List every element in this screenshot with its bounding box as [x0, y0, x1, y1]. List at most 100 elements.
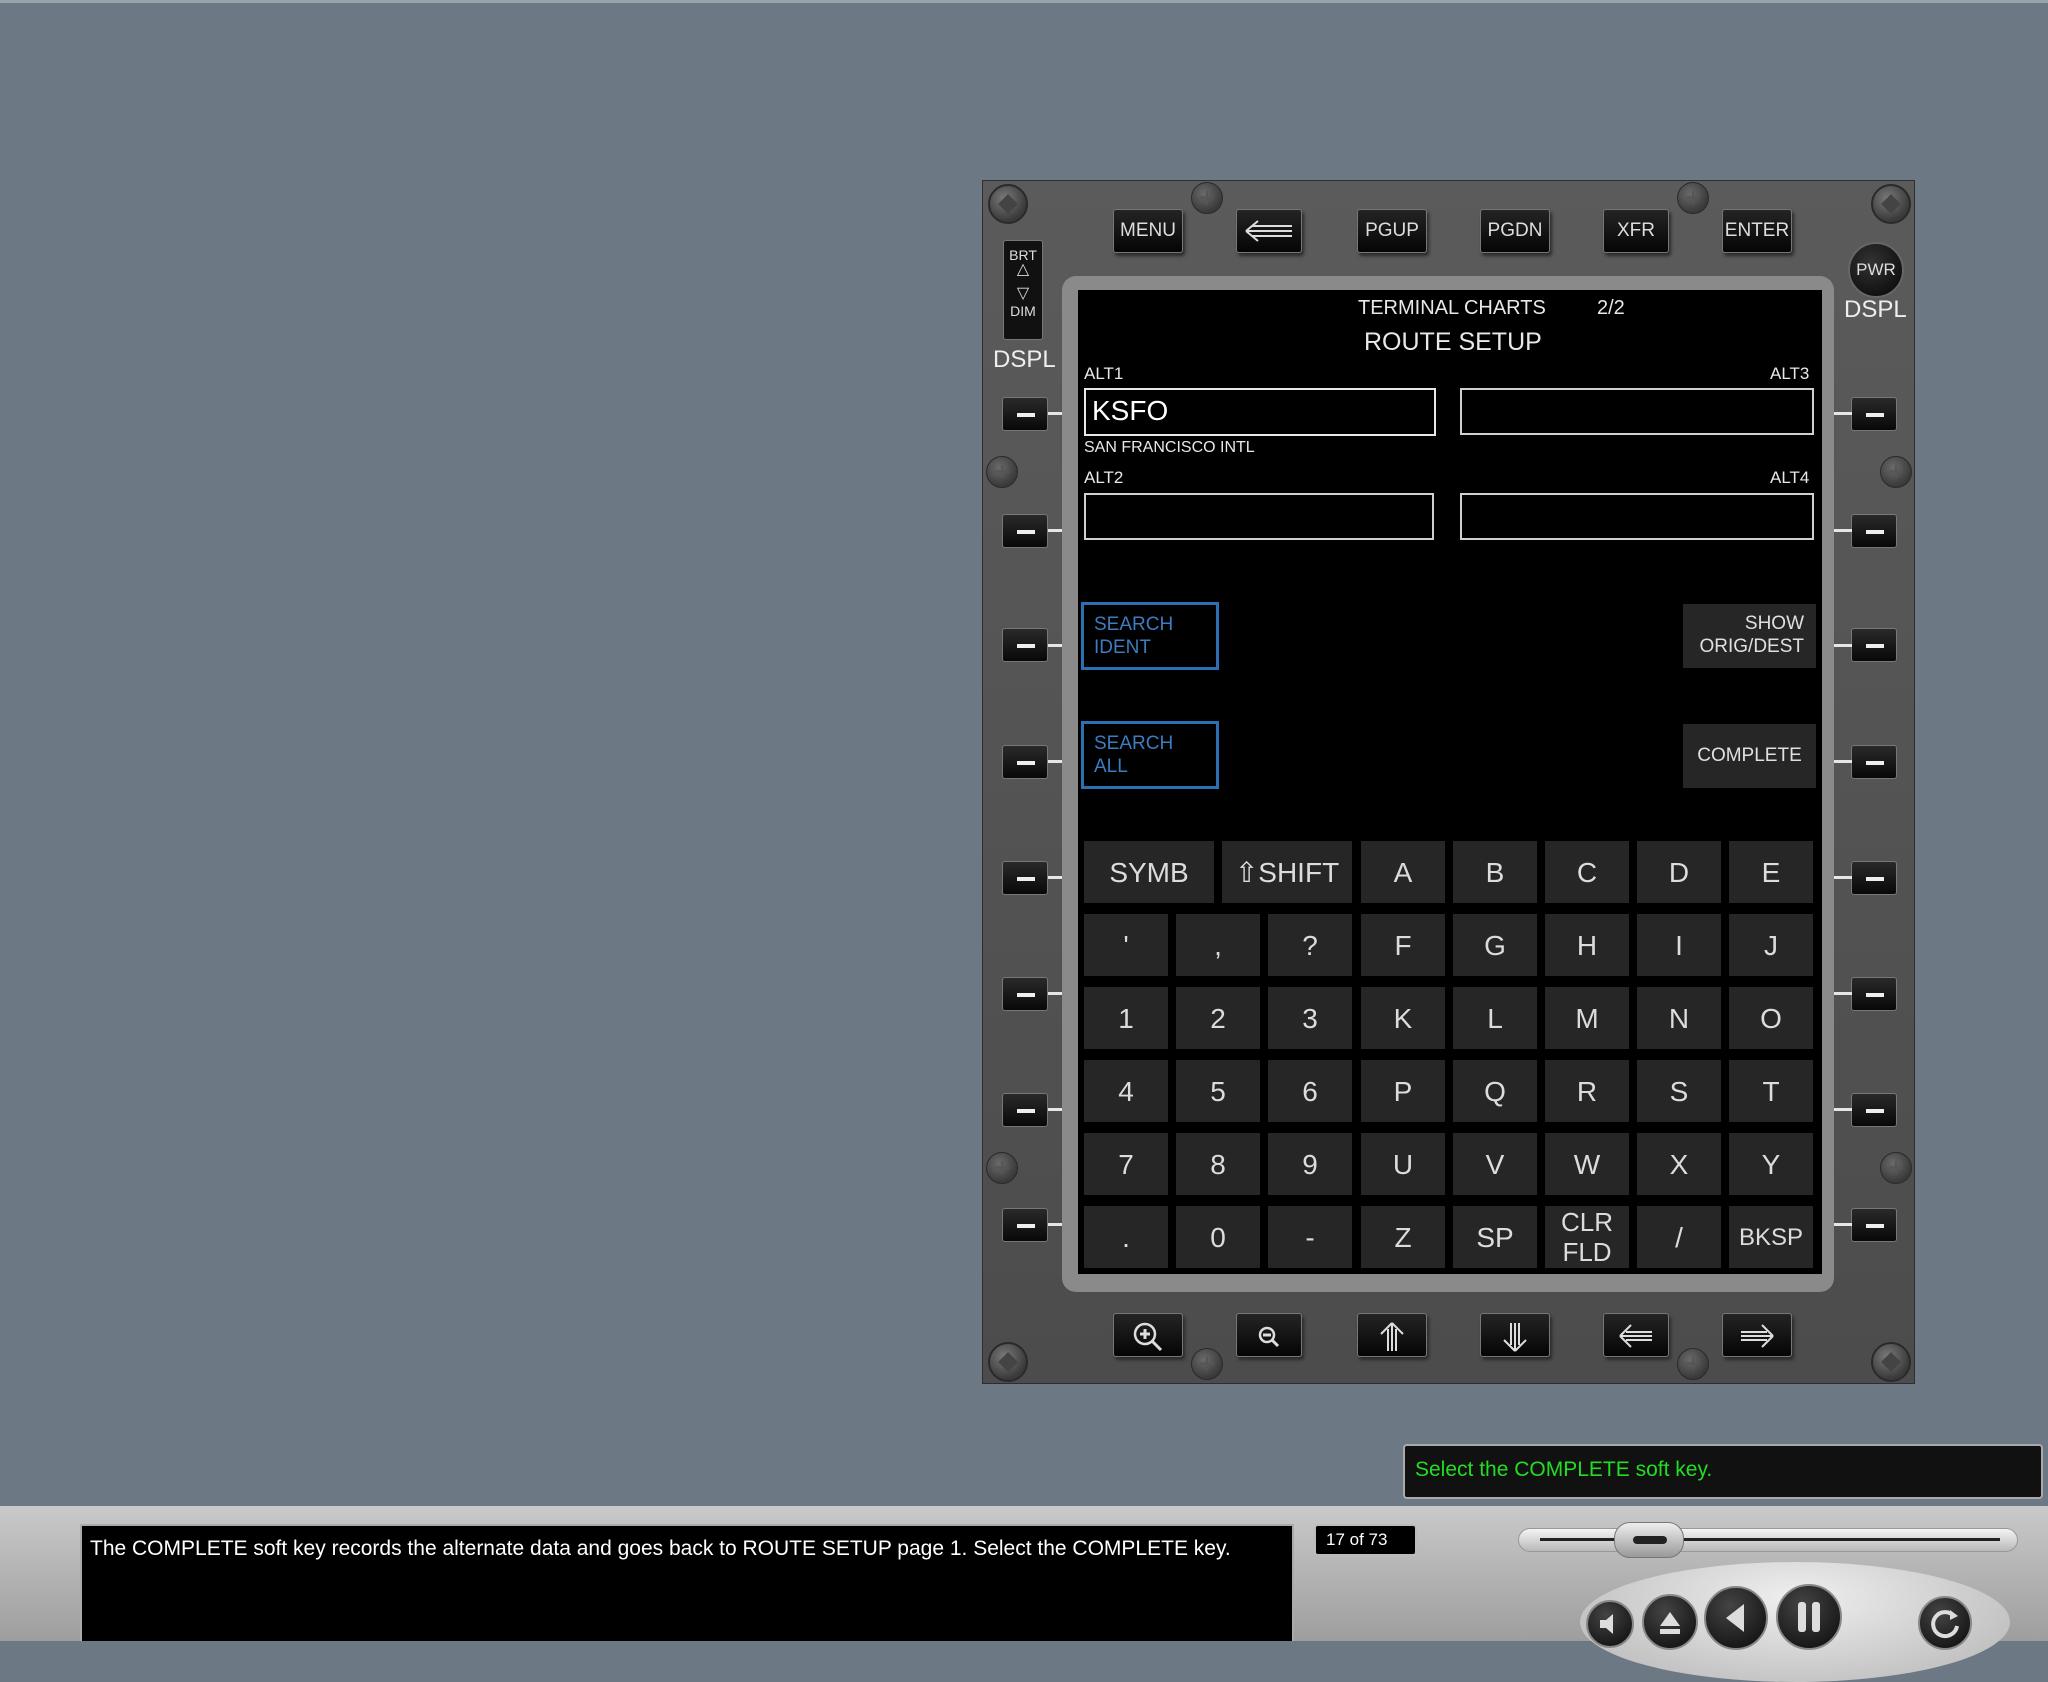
slide-counter: 17 of 73 — [1314, 1524, 1417, 1556]
xfr-button[interactable]: XFR — [1603, 209, 1669, 253]
key-u[interactable]: U — [1361, 1133, 1445, 1195]
key-k[interactable]: K — [1361, 987, 1445, 1049]
pwr-button[interactable]: PWR — [1848, 242, 1904, 298]
key-o[interactable]: O — [1729, 987, 1813, 1049]
lsk-left-3[interactable] — [1002, 628, 1048, 662]
alt1-field[interactable]: KSFO — [1084, 388, 1436, 436]
back-button[interactable] — [1236, 209, 1302, 253]
brightness-up-icon: △ — [1016, 261, 1030, 278]
key-4[interactable]: 4 — [1084, 1060, 1168, 1122]
alt2-field[interactable] — [1084, 493, 1434, 540]
arrow-down-icon — [1503, 1323, 1527, 1352]
key-dash[interactable]: - — [1268, 1206, 1352, 1268]
brightness-rocker[interactable]: BRT △ ▽ DIM — [1003, 240, 1043, 340]
key-0[interactable]: 0 — [1176, 1206, 1260, 1268]
key-7[interactable]: 7 — [1084, 1133, 1168, 1195]
zoom-in-button[interactable] — [1113, 1313, 1183, 1357]
screw-icon: + — [986, 456, 1018, 488]
scroll-left-button[interactable] — [1603, 1313, 1669, 1357]
key-symb[interactable]: SYMB — [1084, 841, 1214, 903]
scroll-down-button[interactable] — [1480, 1313, 1550, 1357]
key-5[interactable]: 5 — [1176, 1060, 1260, 1122]
back-arrow-icon — [1245, 220, 1292, 242]
lsk-right-6[interactable] — [1851, 977, 1897, 1011]
menu-button[interactable]: MENU — [1113, 209, 1183, 253]
lsk-right-2[interactable] — [1851, 514, 1897, 548]
key-sp[interactable]: SP — [1453, 1206, 1537, 1268]
key-9[interactable]: 9 — [1268, 1133, 1352, 1195]
key-shift[interactable]: ⇧SHIFT — [1222, 841, 1352, 903]
key-apostrophe[interactable]: ' — [1084, 914, 1168, 976]
key-period[interactable]: . — [1084, 1206, 1168, 1268]
key-f[interactable]: F — [1361, 914, 1445, 976]
screen-header: TERMINAL CHARTS — [1358, 297, 1546, 319]
key-bksp[interactable]: BKSP — [1729, 1206, 1813, 1268]
key-c[interactable]: C — [1545, 841, 1629, 903]
lsk-right-8[interactable] — [1851, 1208, 1897, 1242]
complete-button[interactable]: COMPLETE — [1683, 724, 1816, 788]
pgup-button[interactable]: PGUP — [1357, 209, 1427, 253]
lsk-left-7[interactable] — [1002, 1093, 1048, 1127]
key-e[interactable]: E — [1729, 841, 1813, 903]
eject-button[interactable] — [1642, 1594, 1698, 1650]
show-origdest-button[interactable]: SHOW ORIG/DEST — [1683, 604, 1816, 668]
key-l[interactable]: L — [1453, 987, 1537, 1049]
key-3[interactable]: 3 — [1268, 987, 1352, 1049]
key-t[interactable]: T — [1729, 1060, 1813, 1122]
lsk-right-1[interactable] — [1851, 397, 1897, 431]
alt3-label: ALT3 — [1770, 364, 1810, 383]
key-s[interactable]: S — [1637, 1060, 1721, 1122]
key-y[interactable]: Y — [1729, 1133, 1813, 1195]
lesson-caption: The COMPLETE soft key records the altern… — [80, 1524, 1294, 1641]
pgdn-button[interactable]: PGDN — [1480, 209, 1550, 253]
scroll-right-button[interactable] — [1722, 1313, 1792, 1357]
key-6[interactable]: 6 — [1268, 1060, 1352, 1122]
alt3-field[interactable] — [1460, 388, 1814, 435]
key-g[interactable]: G — [1453, 914, 1537, 976]
top-border — [0, 0, 2048, 3]
lsk-right-4[interactable] — [1851, 745, 1897, 779]
key-m[interactable]: M — [1545, 987, 1629, 1049]
key-z[interactable]: Z — [1361, 1206, 1445, 1268]
progress-slider-handle[interactable] — [1614, 1522, 1684, 1558]
key-1[interactable]: 1 — [1084, 987, 1168, 1049]
search-all-button[interactable]: SEARCH ALL — [1081, 721, 1219, 789]
key-h[interactable]: H — [1545, 914, 1629, 976]
key-a[interactable]: A — [1361, 841, 1445, 903]
key-b[interactable]: B — [1453, 841, 1537, 903]
lsk-right-3[interactable] — [1851, 628, 1897, 662]
key-n[interactable]: N — [1637, 987, 1721, 1049]
key-i[interactable]: I — [1637, 914, 1721, 976]
lsk-left-5[interactable] — [1002, 861, 1048, 895]
alt4-field[interactable] — [1460, 493, 1814, 540]
search-ident-button[interactable]: SEARCH IDENT — [1081, 602, 1219, 670]
lsk-left-4[interactable] — [1002, 745, 1048, 779]
zoom-out-button[interactable] — [1236, 1313, 1302, 1357]
key-x[interactable]: X — [1637, 1133, 1721, 1195]
lsk-left-6[interactable] — [1002, 977, 1048, 1011]
scroll-up-button[interactable] — [1357, 1313, 1427, 1357]
key-clr-fld[interactable]: CLR FLD — [1545, 1206, 1629, 1268]
key-slash[interactable]: / — [1637, 1206, 1721, 1268]
lsk-right-5[interactable] — [1851, 861, 1897, 895]
lsk-left-8[interactable] — [1002, 1208, 1048, 1242]
key-v[interactable]: V — [1453, 1133, 1537, 1195]
key-8[interactable]: 8 — [1176, 1133, 1260, 1195]
lsk-left-1[interactable] — [1002, 397, 1048, 431]
key-d[interactable]: D — [1637, 841, 1721, 903]
key-q[interactable]: Q — [1453, 1060, 1537, 1122]
key-2[interactable]: 2 — [1176, 987, 1260, 1049]
key-j[interactable]: J — [1729, 914, 1813, 976]
pause-button[interactable] — [1776, 1584, 1842, 1650]
show-origdest-line2: ORIG/DEST — [1699, 636, 1804, 657]
lsk-left-2[interactable] — [1002, 514, 1048, 548]
enter-button[interactable]: ENTER — [1722, 209, 1792, 253]
key-r[interactable]: R — [1545, 1060, 1629, 1122]
replay-button[interactable] — [1918, 1596, 1972, 1650]
key-p[interactable]: P — [1361, 1060, 1445, 1122]
lsk-right-7[interactable] — [1851, 1093, 1897, 1127]
key-question[interactable]: ? — [1268, 914, 1352, 976]
back-play-button[interactable] — [1704, 1586, 1768, 1650]
key-w[interactable]: W — [1545, 1133, 1629, 1195]
key-comma[interactable]: , — [1176, 914, 1260, 976]
